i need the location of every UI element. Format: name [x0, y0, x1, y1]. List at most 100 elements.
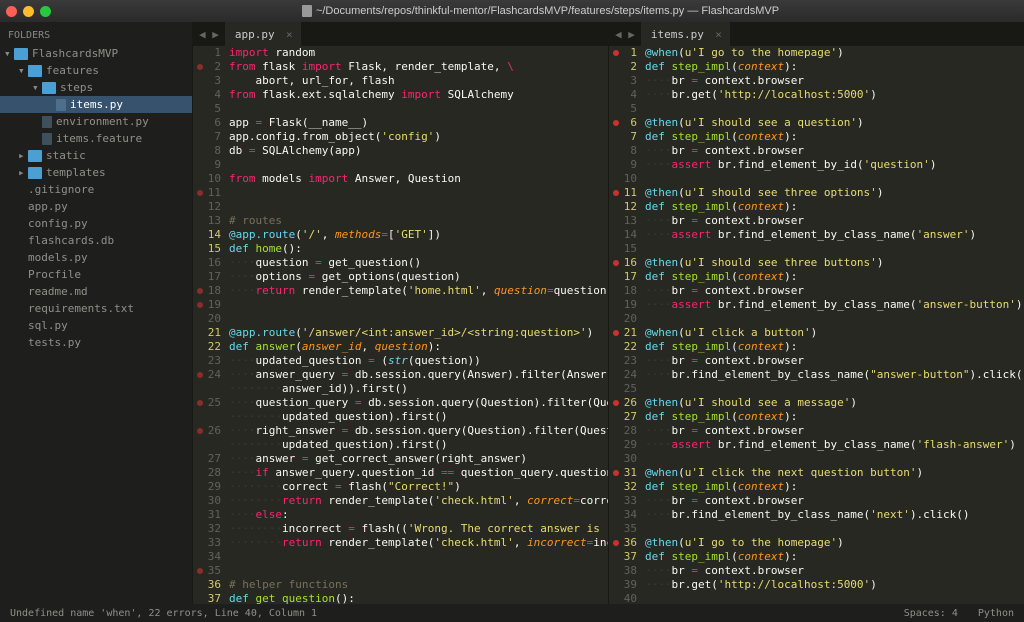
tab-app-py[interactable]: app.py: [225, 22, 302, 46]
code-line[interactable]: 37def get_question():: [203, 592, 608, 604]
code-line[interactable]: 25····question_query = db.session.query(…: [203, 396, 608, 410]
code-line[interactable]: 10: [619, 172, 1024, 186]
tree-item-app-py[interactable]: app.py: [0, 198, 192, 215]
tree-item-items-py[interactable]: items.py: [0, 96, 192, 113]
code-line[interactable]: 24····br.find_element_by_class_name("ans…: [619, 368, 1024, 382]
code-line[interactable]: 17····options = get_options(question): [203, 270, 608, 284]
code-line[interactable]: ········updated_question).first(): [203, 438, 608, 452]
tree-item-flashcards-db[interactable]: flashcards.db: [0, 232, 192, 249]
code-line[interactable]: 13····br = context.browser: [619, 214, 1024, 228]
code-line[interactable]: 16@then(u'I should see three buttons'): [619, 256, 1024, 270]
code-line[interactable]: 19: [203, 298, 608, 312]
tree-item-requirements-txt[interactable]: requirements.txt: [0, 300, 192, 317]
code-line[interactable]: 26@then(u'I should see a message'): [619, 396, 1024, 410]
code-line[interactable]: 26····right_answer = db.session.query(Qu…: [203, 424, 608, 438]
tree-item--gitignore[interactable]: .gitignore: [0, 181, 192, 198]
code-line[interactable]: 15def home():: [203, 242, 608, 256]
tree-item-sql-py[interactable]: sql.py: [0, 317, 192, 334]
nav-arrows[interactable]: ◀ ▶: [609, 22, 641, 46]
code-line[interactable]: 27····answer = get_correct_answer(right_…: [203, 452, 608, 466]
code-line[interactable]: 31@when(u'I click the next question butt…: [619, 466, 1024, 480]
code-line[interactable]: 9: [203, 158, 608, 172]
code-line[interactable]: 5: [203, 102, 608, 116]
code-line[interactable]: 2def step_impl(context):: [619, 60, 1024, 74]
code-line[interactable]: 28····if answer_query.question_id == que…: [203, 466, 608, 480]
tree-item-models-py[interactable]: models.py: [0, 249, 192, 266]
code-line[interactable]: 4from flask.ext.sqlalchemy import SQLAlc…: [203, 88, 608, 102]
code-line[interactable]: 36@then(u'I go to the homepage'): [619, 536, 1024, 550]
code-line[interactable]: 10from models import Answer, Question: [203, 172, 608, 186]
code-line[interactable]: 28····br = context.browser: [619, 424, 1024, 438]
code-line[interactable]: 39····br.get('http://localhost:5000'): [619, 578, 1024, 592]
code-line[interactable]: 30: [619, 452, 1024, 466]
right-code[interactable]: 1@when(u'I go to the homepage')2def step…: [609, 46, 1024, 604]
code-line[interactable]: 11@then(u'I should see three options'): [619, 186, 1024, 200]
code-line[interactable]: 18····br = context.browser: [619, 284, 1024, 298]
tree-item-features[interactable]: ▾features: [0, 62, 192, 79]
zoom-icon[interactable]: [40, 6, 51, 17]
code-line[interactable]: 14····assert br.find_element_by_class_na…: [619, 228, 1024, 242]
tree-item-FlashcardsMVP[interactable]: ▾FlashcardsMVP: [0, 45, 192, 62]
code-line[interactable]: 23····updated_question = (str(question)): [203, 354, 608, 368]
code-line[interactable]: 30········return render_template('check.…: [203, 494, 608, 508]
code-line[interactable]: 34: [203, 550, 608, 564]
code-line[interactable]: ········answer_id)).first(): [203, 382, 608, 396]
code-line[interactable]: 21@when(u'I click a button'): [619, 326, 1024, 340]
code-line[interactable]: 14@app.route('/', methods=['GET']): [203, 228, 608, 242]
tree-item-items-feature[interactable]: items.feature: [0, 130, 192, 147]
code-line[interactable]: 24····answer_query = db.session.query(An…: [203, 368, 608, 382]
code-line[interactable]: 7app.config.from_object('config'): [203, 130, 608, 144]
code-line[interactable]: 8db = SQLAlchemy(app): [203, 144, 608, 158]
code-line[interactable]: 36# helper functions: [203, 578, 608, 592]
code-line[interactable]: 27def step_impl(context):: [619, 410, 1024, 424]
sidebar[interactable]: FOLDERS ▾FlashcardsMVP▾features▾stepsite…: [0, 22, 192, 604]
tree-item-environment-py[interactable]: environment.py: [0, 113, 192, 130]
code-line[interactable]: 35: [619, 522, 1024, 536]
nav-arrows[interactable]: ◀ ▶: [193, 22, 225, 46]
code-line[interactable]: 29········correct = flash("Correct!"): [203, 480, 608, 494]
code-line[interactable]: 11: [203, 186, 608, 200]
code-line[interactable]: 2from flask import Flask, render_templat…: [203, 60, 608, 74]
code-line[interactable]: 6app = Flask(__name__): [203, 116, 608, 130]
code-line[interactable]: 4····br.get('http://localhost:5000'): [619, 88, 1024, 102]
close-icon[interactable]: [6, 6, 17, 17]
code-line[interactable]: 21@app.route('/answer/<int:answer_id>/<s…: [203, 326, 608, 340]
tree-item-steps[interactable]: ▾steps: [0, 79, 192, 96]
code-line[interactable]: 34····br.find_element_by_class_name('nex…: [619, 508, 1024, 522]
code-line[interactable]: 40: [619, 592, 1024, 604]
code-line[interactable]: 15: [619, 242, 1024, 256]
code-line[interactable]: 8····br = context.browser: [619, 144, 1024, 158]
code-line[interactable]: 1import random: [203, 46, 608, 60]
tree-item-tests-py[interactable]: tests.py: [0, 334, 192, 351]
code-line[interactable]: 5: [619, 102, 1024, 116]
code-line[interactable]: 33········return render_template('check.…: [203, 536, 608, 550]
code-line[interactable]: 22def answer(answer_id, question):: [203, 340, 608, 354]
tree-item-static[interactable]: ▸static: [0, 147, 192, 164]
code-line[interactable]: 12def step_impl(context):: [619, 200, 1024, 214]
code-line[interactable]: 22def step_impl(context):: [619, 340, 1024, 354]
code-line[interactable]: 38····br = context.browser: [619, 564, 1024, 578]
tree-item-config-py[interactable]: config.py: [0, 215, 192, 232]
tree-item-templates[interactable]: ▸templates: [0, 164, 192, 181]
code-line[interactable]: 3 abort, url_for, flash: [203, 74, 608, 88]
code-line[interactable]: 23····br = context.browser: [619, 354, 1024, 368]
code-line[interactable]: 35: [203, 564, 608, 578]
status-lang[interactable]: Python: [978, 608, 1014, 619]
code-line[interactable]: 20: [619, 312, 1024, 326]
code-line[interactable]: 29····assert br.find_element_by_class_na…: [619, 438, 1024, 452]
code-line[interactable]: 32········incorrect = flash(('Wrong. The…: [203, 522, 608, 536]
code-line[interactable]: 7def step_impl(context):: [619, 130, 1024, 144]
left-code[interactable]: 1import random2from flask import Flask, …: [193, 46, 608, 604]
code-line[interactable]: 12: [203, 200, 608, 214]
code-line[interactable]: 37def step_impl(context):: [619, 550, 1024, 564]
code-line[interactable]: 33····br = context.browser: [619, 494, 1024, 508]
code-line[interactable]: 16····question = get_question(): [203, 256, 608, 270]
code-line[interactable]: 1@when(u'I go to the homepage'): [619, 46, 1024, 60]
code-line[interactable]: 13# routes: [203, 214, 608, 228]
code-line[interactable]: 17def step_impl(context):: [619, 270, 1024, 284]
code-line[interactable]: 32def step_impl(context):: [619, 480, 1024, 494]
status-spaces[interactable]: Spaces: 4: [904, 608, 958, 619]
code-line[interactable]: 20: [203, 312, 608, 326]
tree-item-readme-md[interactable]: readme.md: [0, 283, 192, 300]
code-line[interactable]: 9····assert br.find_element_by_id('quest…: [619, 158, 1024, 172]
